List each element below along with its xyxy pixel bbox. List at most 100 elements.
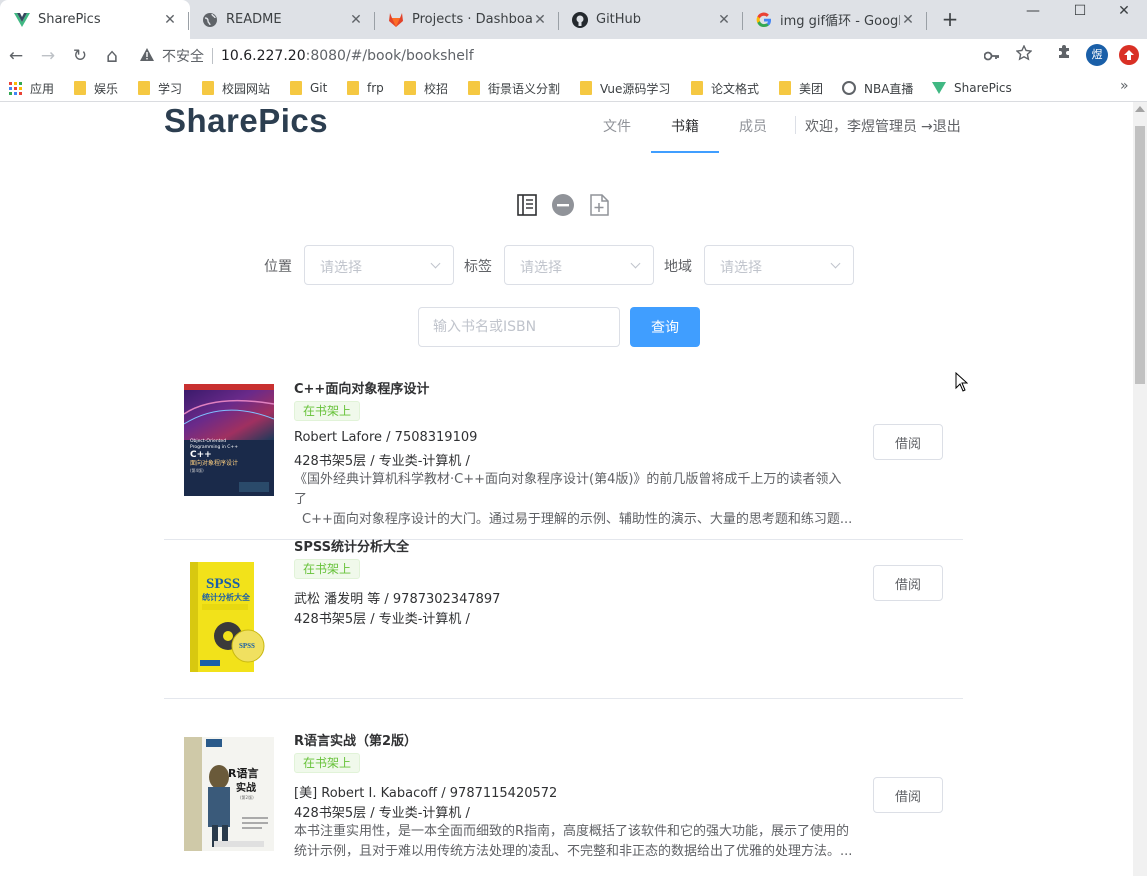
browser-tab-google[interactable]: img gif循环 - Google ✕ bbox=[742, 0, 928, 39]
logout-link[interactable]: →退出 bbox=[921, 116, 961, 136]
chevron-down-icon bbox=[430, 258, 441, 269]
bookmark-item[interactable]: 街景语义分割 bbox=[468, 79, 560, 97]
browser-tab-readme[interactable]: README ✕ bbox=[188, 0, 376, 39]
chevron-down-icon bbox=[830, 258, 841, 269]
update-icon[interactable] bbox=[1119, 45, 1139, 65]
folder-icon bbox=[202, 81, 214, 95]
status-badge: 在书架上 bbox=[294, 401, 361, 421]
vue-icon bbox=[14, 12, 30, 28]
bookmark-item[interactable]: 娱乐 bbox=[74, 79, 118, 97]
bookmark-apps[interactable]: 应用 bbox=[9, 79, 54, 97]
tab-close-icon[interactable]: ✕ bbox=[162, 12, 178, 28]
book-author-isbn: 武松 潘发明 等 / 9787302347897 bbox=[294, 592, 501, 607]
folder-icon bbox=[290, 81, 302, 95]
book-list-item: Object-Oriented Programming in C++ C++ 面… bbox=[164, 382, 963, 540]
book-list-item: R语言 实战 (第2版) R语言实战（第2版） 在书架上 [美] Robert … bbox=[164, 698, 963, 876]
book-location: 428书架5层 / 专业类-计算机 / bbox=[294, 454, 470, 469]
bookmark-item[interactable]: 学习 bbox=[138, 79, 182, 97]
svg-text:Object-Oriented: Object-Oriented bbox=[190, 438, 226, 444]
maximize-button[interactable]: ☐ bbox=[1057, 0, 1103, 30]
bookmark-item[interactable]: Git bbox=[290, 79, 327, 97]
welcome-text: 欢迎，李煜管理员 bbox=[805, 119, 917, 135]
bookmark-item[interactable]: 美团 bbox=[779, 79, 823, 97]
address-bar[interactable]: 不安全 10.6.227.20:8080/#/book/bookshelf bbox=[140, 41, 970, 71]
status-badge: 在书架上 bbox=[294, 559, 361, 579]
book-cover-image[interactable]: R语言 实战 (第2版) bbox=[184, 737, 274, 851]
home-button[interactable]: ⌂ bbox=[100, 44, 124, 68]
bookmark-item[interactable]: SharePics bbox=[932, 79, 1012, 97]
extensions-icon[interactable] bbox=[1053, 45, 1075, 67]
bookmarks-overflow-icon[interactable]: » bbox=[1120, 78, 1129, 94]
book-author-isbn: Robert Lafore / 7508319109 bbox=[294, 430, 478, 445]
list-view-icon[interactable] bbox=[516, 194, 538, 216]
nav-menu-books[interactable]: 书籍 bbox=[671, 116, 699, 136]
browser-tab-github[interactable]: GitHub ✕ bbox=[558, 0, 744, 39]
borrow-button[interactable]: 借阅 bbox=[873, 777, 943, 813]
folder-icon bbox=[347, 81, 359, 95]
book-title[interactable]: R语言实战（第2版） bbox=[294, 730, 417, 749]
book-title[interactable]: SPSS统计分析大全 bbox=[294, 536, 409, 555]
minimize-button[interactable]: — bbox=[1010, 0, 1056, 30]
scroll-thumb[interactable] bbox=[1135, 126, 1145, 384]
url-host: 10.6.227.20 bbox=[221, 48, 306, 64]
google-icon bbox=[756, 12, 772, 28]
browser-tab-sharepics[interactable]: SharePics ✕ bbox=[0, 0, 190, 39]
new-tab-button[interactable]: + bbox=[938, 8, 962, 32]
tab-close-icon[interactable]: ✕ bbox=[716, 12, 732, 28]
folder-icon bbox=[74, 81, 86, 95]
book-cover-image[interactable]: SPSS 统计分析大全 SPSS bbox=[184, 562, 274, 674]
book-title[interactable]: C++面向对象程序设计 bbox=[294, 378, 429, 397]
bookmark-item[interactable]: 校园网站 bbox=[202, 79, 270, 97]
security-label: 不安全 bbox=[162, 49, 204, 65]
window-close-button[interactable]: ✕ bbox=[1101, 0, 1147, 30]
reload-button[interactable]: ↻ bbox=[68, 44, 92, 68]
tab-close-icon[interactable]: ✕ bbox=[532, 12, 548, 28]
tag-select[interactable]: 请选择 bbox=[504, 245, 654, 285]
forward-button[interactable]: → bbox=[36, 44, 60, 68]
svg-text:(第4版): (第4版) bbox=[190, 467, 204, 473]
search-button[interactable]: 查询 bbox=[630, 307, 700, 347]
svg-text:C++: C++ bbox=[190, 450, 212, 460]
bookmark-item[interactable]: 论文格式 bbox=[691, 79, 759, 97]
search-input[interactable] bbox=[418, 307, 620, 347]
svg-text:(第2版): (第2版) bbox=[240, 794, 254, 800]
gitlab-icon bbox=[388, 12, 404, 28]
remove-icon[interactable] bbox=[552, 194, 574, 216]
bookmark-star-icon[interactable] bbox=[1013, 44, 1035, 67]
add-book-icon[interactable] bbox=[588, 194, 610, 216]
nav-menu-files[interactable]: 文件 bbox=[603, 116, 631, 136]
region-select[interactable]: 请选择 bbox=[704, 245, 854, 285]
filter-label-tag: 标签 bbox=[464, 259, 492, 275]
location-select[interactable]: 请选择 bbox=[304, 245, 454, 285]
book-author-isbn: [美] Robert I. Kabacoff / 9787115420572 bbox=[294, 786, 558, 801]
browser-tab-gitlab[interactable]: Projects · Dashboard ✕ bbox=[374, 0, 560, 39]
folder-icon bbox=[779, 81, 791, 95]
nav-menu-members[interactable]: 成员 bbox=[739, 116, 767, 136]
filter-label-region: 地域 bbox=[664, 259, 692, 275]
tab-close-icon[interactable]: ✕ bbox=[900, 12, 916, 28]
bookmarks-bar: 应用 娱乐 学习 校园网站 Git frp 校招 街景语义分割 Vue源码学习 … bbox=[0, 73, 1147, 102]
back-button[interactable]: ← bbox=[4, 44, 28, 68]
chevron-down-icon bbox=[630, 258, 641, 269]
bookmark-item[interactable]: Vue源码学习 bbox=[580, 79, 670, 97]
book-cover-image[interactable]: Object-Oriented Programming in C++ C++ 面… bbox=[183, 384, 275, 496]
svg-text:R语言: R语言 bbox=[228, 766, 258, 780]
svg-text:SPSS: SPSS bbox=[239, 642, 255, 650]
page-scrollbar[interactable] bbox=[1133, 102, 1147, 876]
folder-icon bbox=[138, 81, 150, 95]
borrow-button[interactable]: 借阅 bbox=[873, 424, 943, 460]
tab-close-icon[interactable]: ✕ bbox=[348, 12, 364, 28]
bookmark-item[interactable]: frp bbox=[347, 79, 384, 97]
key-icon[interactable] bbox=[981, 45, 1003, 67]
bookmark-item[interactable]: NBA直播 bbox=[842, 79, 913, 97]
book-description: 本书注重实用性，是一本全面而细致的R指南，高度概括了该软件和它的强大功能，展示了… bbox=[294, 824, 853, 859]
scroll-up-icon[interactable] bbox=[1135, 106, 1145, 112]
bookmark-item[interactable]: 校招 bbox=[404, 79, 448, 97]
warning-icon bbox=[140, 47, 154, 65]
status-badge: 在书架上 bbox=[294, 753, 361, 773]
borrow-button[interactable]: 借阅 bbox=[873, 565, 943, 601]
brand-logo[interactable]: SharePics bbox=[164, 102, 328, 140]
profile-avatar[interactable]: 煜 bbox=[1086, 44, 1108, 66]
mouse-cursor-icon bbox=[955, 371, 969, 396]
folder-icon bbox=[404, 81, 416, 95]
